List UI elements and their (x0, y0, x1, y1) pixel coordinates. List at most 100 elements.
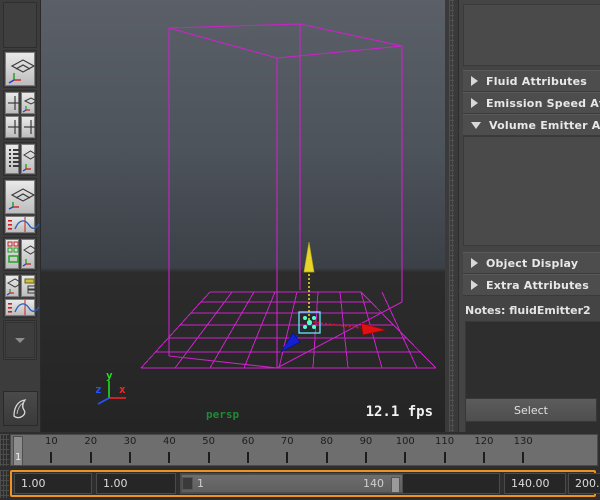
time-tick (89, 452, 92, 463)
end-time-field[interactable]: 200.00 (568, 473, 600, 494)
perspective-viewport[interactable]: y x z persp 12.1 fps (41, 0, 445, 432)
splitter-grip-dots (449, 0, 454, 432)
time-tick (246, 452, 249, 463)
time-tick-label: 20 (84, 436, 98, 447)
maya-window: y x z persp 12.1 fps Min Distance Max Di… (0, 0, 600, 500)
range-slider-high-label: 140 (363, 477, 384, 490)
chevron-down-icon (471, 121, 481, 129)
toolbox-more-layouts[interactable] (3, 320, 37, 360)
time-tick (129, 452, 132, 463)
chevron-right-icon (471, 280, 478, 290)
time-tick-label: 60 (241, 436, 255, 447)
persp-graph-icon[interactable] (5, 275, 24, 297)
toolbox-persp-outliner-layout[interactable] (3, 142, 38, 176)
range-slider-left-handle[interactable] (182, 477, 193, 490)
min-distance-label: Min Distance (464, 17, 600, 43)
frame-volume-emitter-attributes[interactable]: Volume Emitter Attributes (463, 114, 600, 136)
notes-label: Notes: (465, 304, 506, 317)
persp-view-icon[interactable] (21, 144, 38, 174)
range-slider-low-label: 1 (197, 477, 204, 490)
time-tick (443, 452, 446, 463)
attribute-editor-panel: Min Distance Max Distance Fluid Attribut… (458, 0, 600, 432)
time-tick-label: 100 (395, 436, 415, 447)
range-slider-track[interactable]: 140 1 (180, 473, 500, 494)
node-editor-icon[interactable] (21, 275, 37, 297)
range-slider-thumb[interactable]: 140 (181, 474, 403, 493)
toolbox-blank-panel (3, 2, 37, 48)
time-tick-label: 10 (45, 436, 58, 447)
notes-node-name: fluidEmitter2 (509, 304, 591, 317)
volume-shape-label: Volume Shape (464, 143, 600, 169)
time-slider[interactable]: 1 10 20 30 40 50 60 70 80 90 100 110 120 130 (0, 432, 600, 468)
four-pane-view-icon[interactable] (21, 116, 38, 138)
frame-object-display[interactable]: Object Display (463, 252, 600, 274)
volume-offset-label: Volume Offset (464, 169, 600, 195)
single-view-icon[interactable] (5, 52, 36, 86)
frame-label: Volume Emitter Attributes (489, 118, 600, 132)
range-slider-grip[interactable] (0, 470, 9, 498)
axis-gizmo: y x z (95, 369, 126, 405)
outliner-icon[interactable] (5, 144, 20, 174)
frame-label: Extra Attributes (486, 278, 589, 292)
time-tick-label: 110 (435, 436, 455, 447)
time-tick-label: 40 (162, 436, 176, 447)
frame-extra-attributes[interactable]: Extra Attributes (463, 274, 600, 296)
graph-curve-icon[interactable] (5, 299, 40, 316)
svg-text:z: z (95, 383, 102, 396)
time-tick-label: 90 (359, 436, 373, 447)
volume-sweep-label: Volume Sweep (464, 195, 600, 221)
playback-start-field[interactable]: 1.00 (96, 473, 176, 494)
toolbox-hypershade-layout[interactable] (3, 237, 38, 271)
time-tick (482, 452, 485, 463)
time-tick-label: 30 (123, 436, 137, 447)
time-slider-ticks[interactable]: 1 10 20 30 40 50 60 70 80 90 100 110 120 130 (10, 434, 598, 466)
range-slider-right-handle[interactable] (391, 477, 400, 493)
time-tick (168, 452, 171, 463)
distance-attributes-box: Min Distance Max Distance (463, 4, 600, 66)
time-tick-label: 120 (474, 436, 494, 447)
chevron-down-icon[interactable] (5, 322, 35, 358)
playback-end-field[interactable]: 140.00 (504, 473, 566, 494)
chevron-right-icon (471, 76, 478, 86)
toolbox-shelf (0, 0, 41, 432)
time-tick (522, 452, 525, 463)
time-tick (404, 452, 407, 463)
two-pane-icon[interactable] (5, 180, 36, 214)
toolbox-four-view-layout[interactable] (3, 90, 39, 140)
toolbox-single-perspective-layout[interactable] (3, 50, 37, 88)
two-by-two-view-icon[interactable] (5, 116, 22, 138)
max-distance-label: Max Distance (464, 43, 600, 69)
time-tick (325, 452, 328, 463)
toolbox-two-pane-stacked-layout[interactable] (3, 178, 40, 235)
time-tick (286, 452, 289, 463)
camera-name-label: persp (206, 408, 240, 421)
notes-header: Notes: fluidEmitter2 (465, 304, 600, 317)
time-tick (50, 452, 53, 463)
chevron-right-icon (471, 258, 478, 268)
maya-logo-icon[interactable] (3, 391, 38, 426)
toolbox-persp-graph-layout[interactable] (3, 273, 40, 318)
panel-splitter-handle[interactable] (446, 0, 458, 432)
start-time-field[interactable]: 1.00 (14, 473, 92, 494)
frame-label: Fluid Attributes (486, 74, 587, 88)
svg-text:y: y (106, 369, 113, 382)
frame-label: Emission Speed Attributes (486, 96, 600, 110)
current-frame-label: 1 (15, 452, 22, 463)
graph-editor-icon[interactable] (5, 216, 40, 233)
chevron-right-icon (471, 98, 478, 108)
time-slider-grip[interactable] (0, 434, 9, 466)
hypershade-icon[interactable] (5, 239, 19, 269)
four-view-icon[interactable] (5, 92, 22, 114)
time-tick-label: 70 (280, 436, 294, 447)
time-tick-label: 130 (513, 436, 533, 447)
frame-fluid-attributes[interactable]: Fluid Attributes (463, 70, 600, 92)
select-button[interactable]: Select (465, 398, 597, 422)
time-tick-label: 80 (320, 436, 333, 447)
frame-emission-speed-attributes[interactable]: Emission Speed Attributes (463, 92, 600, 114)
time-tick (364, 452, 367, 463)
persp-plus-views-icon[interactable] (21, 92, 39, 114)
hypershade-persp-icon[interactable] (21, 239, 38, 269)
time-tick-label: 50 (202, 436, 216, 447)
volume-attributes-box: Volume Shape Volume Offset Volume Sweep … (463, 136, 600, 246)
section-radius-label: Section Radius (464, 221, 600, 247)
